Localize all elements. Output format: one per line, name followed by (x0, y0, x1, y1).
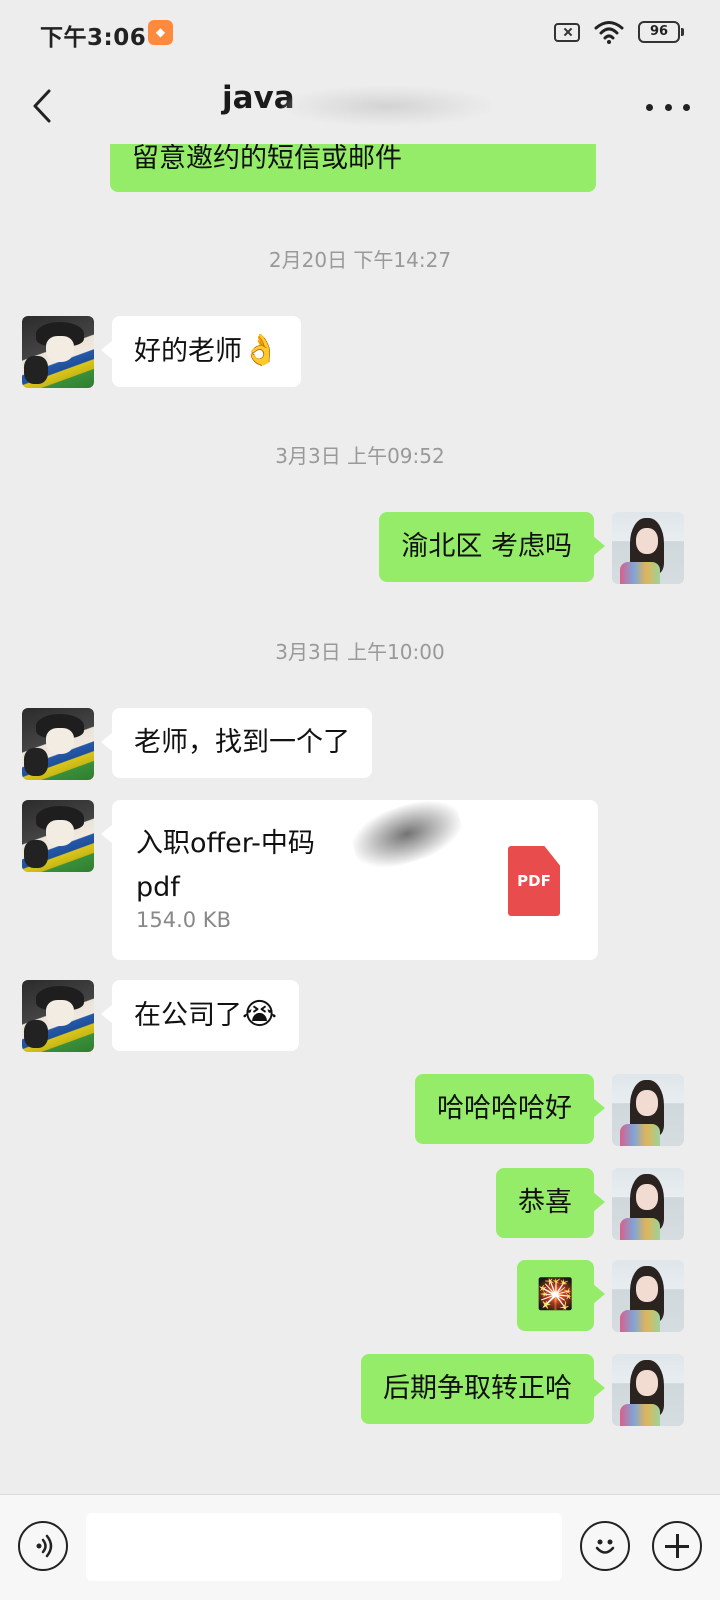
message-bubble-outgoing[interactable]: 哈哈哈哈好 (415, 1074, 605, 1144)
status-bar: 下午3:06 ◆ 96 (0, 0, 720, 68)
message-bubble-incoming[interactable]: 在公司了😭 (100, 980, 300, 1051)
message-text: 好的老师 (134, 336, 242, 367)
avatar[interactable] (612, 1074, 684, 1146)
emoji-button[interactable] (580, 1521, 630, 1571)
pdf-file-icon: PDF (508, 846, 560, 916)
fireworks-emoji-icon: 🎇 (536, 1277, 574, 1312)
input-bar (0, 1494, 720, 1600)
message-bubble-outgoing[interactable]: 后期争取转正哈 (361, 1354, 605, 1424)
avatar[interactable] (612, 1260, 684, 1332)
avatar[interactable] (22, 316, 94, 388)
chat-header: java (0, 68, 720, 144)
message-bubble-incoming[interactable]: 老师，找到一个了 (101, 708, 372, 778)
crying-laugh-emoji-icon: 😭 (242, 997, 278, 1032)
avatar[interactable] (22, 800, 94, 872)
message-bubble-outgoing[interactable]: 🎇 (516, 1260, 606, 1331)
chevron-left-icon (33, 89, 51, 123)
message-text: 哈哈哈哈好 (437, 1093, 572, 1124)
file-message[interactable]: 入职offer-中码 pdf 154.0 KB PDF (101, 790, 598, 960)
avatar[interactable] (612, 1354, 684, 1426)
message-bubble-incoming[interactable]: 好的老师👌 (100, 316, 302, 387)
message-text: 老师，找到一个了 (134, 727, 350, 758)
avatar[interactable] (612, 512, 684, 584)
message-text: 恭喜 (518, 1187, 572, 1218)
ok-hand-emoji-icon: 👌 (242, 333, 280, 368)
avatar[interactable] (22, 708, 94, 780)
back-button[interactable] (18, 78, 66, 134)
voice-icon (36, 1534, 53, 1558)
message-input[interactable] (86, 1513, 562, 1581)
battery-icon: 96 (638, 21, 684, 43)
timestamp: 3月3日 上午10:00 (275, 640, 445, 664)
wifi-icon (594, 21, 624, 44)
more-button[interactable] (646, 92, 690, 122)
message-bubble-outgoing[interactable]: 留意邀约的短信或邮件 (110, 144, 596, 192)
emoji-face-icon (595, 1539, 615, 1554)
voice-button[interactable] (18, 1521, 68, 1571)
timestamp: 2月20日 下午14:27 (268, 248, 452, 272)
app-notification-icon: ◆ (148, 20, 173, 45)
file-size: 154.0 KB (136, 908, 231, 932)
message-list[interactable]: 留意邀约的短信或邮件 2月20日 下午14:27 好的老师👌 3月3日 上午09… (0, 144, 720, 1494)
message-text: 后期争取转正哈 (383, 1373, 572, 1404)
battery-level: 96 (638, 21, 680, 43)
message-text: 留意邀约的短信或邮件 (132, 144, 402, 174)
plus-button[interactable] (652, 1521, 702, 1571)
message-bubble-outgoing[interactable]: 恭喜 (496, 1168, 605, 1238)
message-text: 渝北区 考虑吗 (401, 531, 572, 562)
message-bubble-outgoing[interactable]: 渝北区 考虑吗 (379, 512, 605, 582)
avatar[interactable] (22, 980, 94, 1052)
status-time: 下午3:06 (40, 25, 147, 51)
status-icons: 96 (554, 20, 684, 44)
timestamp: 3月3日 上午09:52 (275, 444, 445, 468)
title-redaction (282, 86, 492, 126)
avatar[interactable] (612, 1168, 684, 1240)
message-text: 在公司了 (134, 1000, 242, 1031)
no-sim-icon (554, 22, 580, 42)
more-dots-icon (646, 103, 653, 111)
